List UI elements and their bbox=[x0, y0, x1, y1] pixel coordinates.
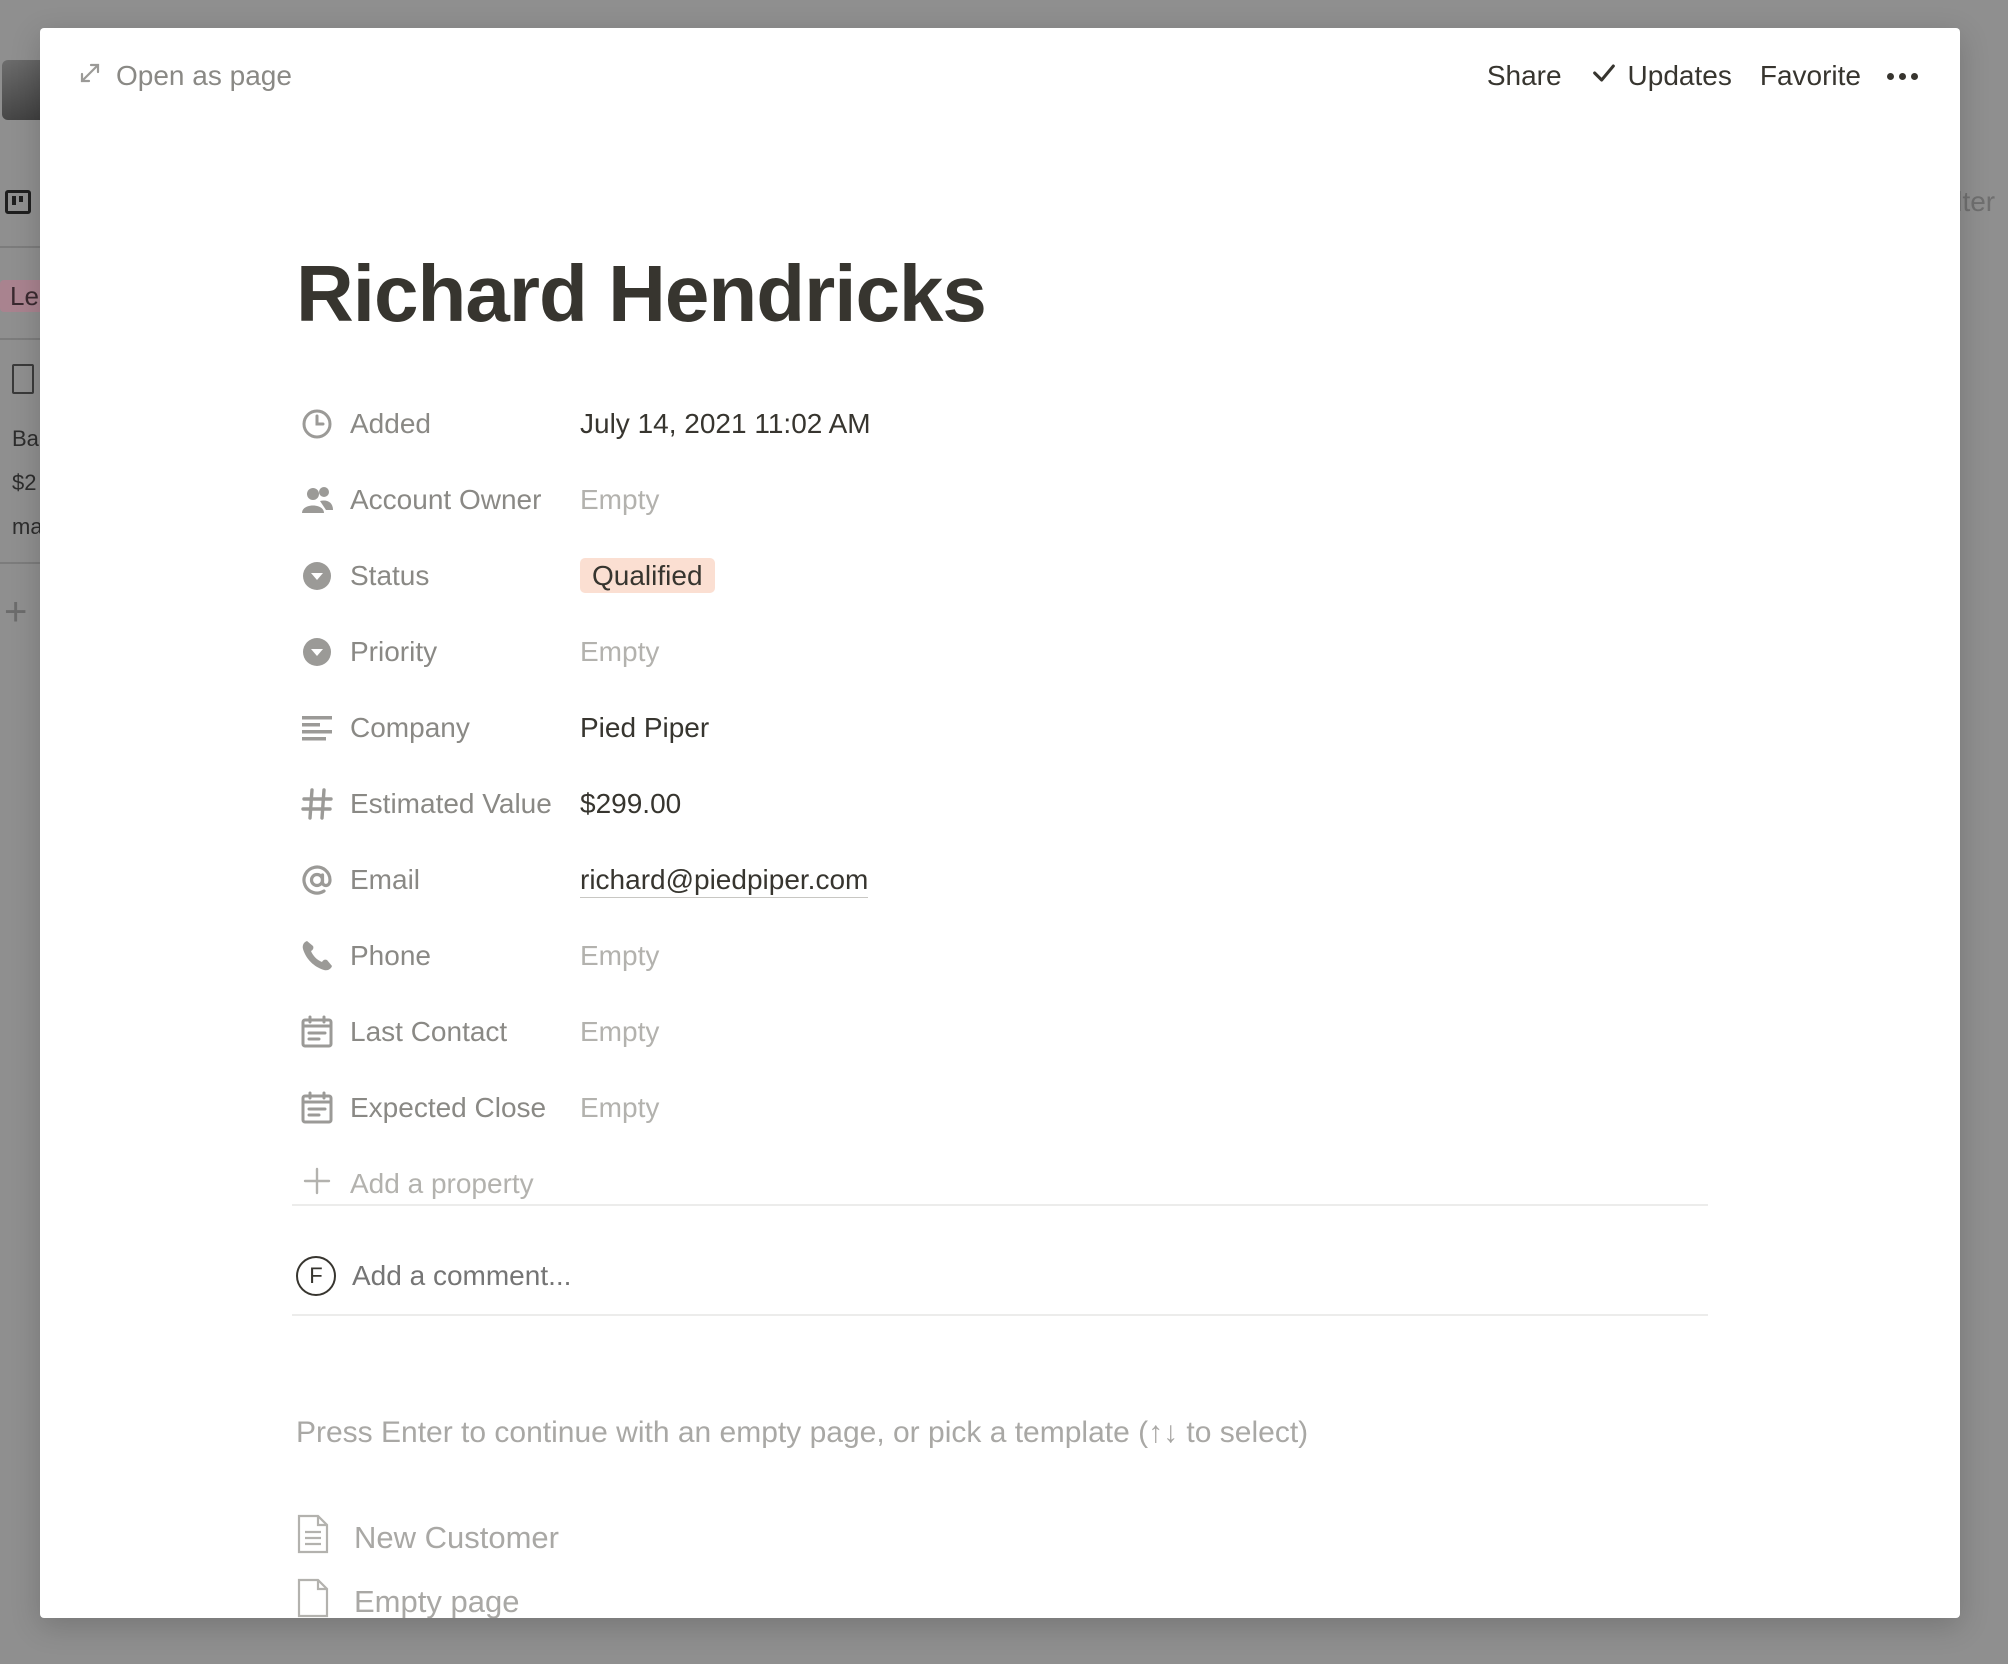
page-peek-modal: Open as page Share Updates Favorite Rich… bbox=[40, 28, 1960, 1618]
property-label[interactable]: Account Owner bbox=[296, 483, 580, 517]
property-label[interactable]: Email bbox=[296, 863, 580, 897]
property-label-text: Status bbox=[350, 560, 430, 591]
property-value-added[interactable]: July 14, 2021 11:02 AM bbox=[580, 408, 871, 440]
property-value-account-owner[interactable]: Empty bbox=[580, 484, 659, 516]
updates-button[interactable]: Updates bbox=[1576, 59, 1746, 94]
number-icon bbox=[300, 787, 334, 821]
template-empty-page[interactable]: Empty page bbox=[296, 1578, 519, 1618]
property-value-company[interactable]: Pied Piper bbox=[580, 712, 709, 744]
add-property-button[interactable]: Add a property bbox=[296, 1146, 1716, 1222]
expand-arrows-icon bbox=[78, 60, 102, 92]
property-row-account-owner: Account Owner Empty bbox=[296, 462, 1716, 538]
calendar-icon bbox=[300, 1015, 334, 1049]
updates-label: Updates bbox=[1627, 60, 1732, 91]
property-label-text: Added bbox=[350, 408, 431, 439]
plus-icon bbox=[302, 1166, 332, 1203]
comment-input[interactable] bbox=[352, 1260, 1252, 1292]
property-label[interactable]: Last Contact bbox=[296, 1015, 580, 1049]
select-icon bbox=[300, 635, 334, 669]
board-view-icon bbox=[5, 190, 31, 214]
share-button[interactable]: Share bbox=[1473, 60, 1576, 92]
open-as-page-button[interactable]: Open as page bbox=[78, 56, 292, 96]
favorite-button[interactable]: Favorite bbox=[1746, 60, 1875, 92]
modal-topbar: Open as page Share Updates Favorite bbox=[40, 28, 1960, 120]
property-label-text: Phone bbox=[350, 940, 431, 971]
property-label-text: Account Owner bbox=[350, 484, 542, 515]
cover-thumbnail bbox=[2, 60, 40, 120]
property-value-estimated-value[interactable]: $299.00 bbox=[580, 788, 681, 820]
property-list: Added July 14, 2021 11:02 AM Account Own… bbox=[296, 386, 1716, 1222]
avatar: F bbox=[296, 1256, 336, 1296]
property-value-email[interactable]: richard@piedpiper.com bbox=[580, 863, 869, 898]
property-row-expected-close: Expected Close Empty bbox=[296, 1070, 1716, 1146]
property-value-priority[interactable]: Empty bbox=[580, 636, 659, 668]
property-label-text: Expected Close bbox=[350, 1092, 547, 1123]
property-row-priority: Priority Empty bbox=[296, 614, 1716, 690]
property-row-status: Status Qualified bbox=[296, 538, 1716, 614]
phone-icon bbox=[300, 939, 334, 973]
divider bbox=[292, 1314, 1708, 1316]
property-label[interactable]: Expected Close bbox=[296, 1091, 580, 1125]
property-value-phone[interactable]: Empty bbox=[580, 940, 659, 972]
property-label[interactable]: Priority bbox=[296, 635, 580, 669]
select-icon bbox=[300, 559, 334, 593]
property-row-phone: Phone Empty bbox=[296, 918, 1716, 994]
add-property-label: Add a property bbox=[350, 1168, 534, 1199]
status-tag: Qualified bbox=[580, 558, 715, 593]
card-text: Ba bbox=[12, 426, 39, 451]
document-icon bbox=[12, 364, 34, 394]
checkmark-icon bbox=[1590, 59, 1618, 94]
template-new-customer[interactable]: New Customer bbox=[296, 1514, 559, 1562]
topbar-actions: Share Updates Favorite bbox=[1473, 54, 1930, 98]
plus-icon: + bbox=[4, 590, 28, 634]
page-title[interactable]: Richard Hendricks bbox=[296, 248, 987, 340]
property-label-text: Estimated Value bbox=[350, 788, 552, 819]
property-label-text: Last Contact bbox=[350, 1016, 508, 1047]
template-hint: Press Enter to continue with an empty pa… bbox=[296, 1416, 1309, 1449]
property-row-company: Company Pied Piper bbox=[296, 690, 1716, 766]
property-label[interactable]: Added bbox=[296, 407, 580, 441]
person-icon bbox=[300, 483, 334, 517]
more-options-icon[interactable] bbox=[1875, 54, 1930, 98]
at-icon bbox=[300, 863, 334, 897]
property-label-text: Email bbox=[350, 864, 421, 895]
open-as-page-label: Open as page bbox=[116, 60, 292, 91]
calendar-icon bbox=[300, 1091, 334, 1125]
property-row-estimated-value: Estimated Value $299.00 bbox=[296, 766, 1716, 842]
property-value-status[interactable]: Qualified bbox=[580, 558, 715, 593]
property-row-last-contact: Last Contact Empty bbox=[296, 994, 1716, 1070]
property-label[interactable]: Status bbox=[296, 559, 580, 593]
card-text: $2 bbox=[12, 470, 37, 495]
property-label[interactable]: Estimated Value bbox=[296, 787, 580, 821]
document-lines-icon bbox=[296, 1514, 330, 1562]
document-icon bbox=[296, 1578, 330, 1618]
property-row-added: Added July 14, 2021 11:02 AM bbox=[296, 386, 1716, 462]
property-label-text: Priority bbox=[350, 636, 438, 667]
template-label: Empty page bbox=[354, 1584, 520, 1618]
property-label[interactable]: Phone bbox=[296, 939, 580, 973]
property-value-expected-close[interactable]: Empty bbox=[580, 1092, 659, 1124]
template-label: New Customer bbox=[354, 1520, 559, 1555]
property-value-last-contact[interactable]: Empty bbox=[580, 1016, 659, 1048]
comment-row: F bbox=[296, 1256, 1252, 1296]
property-label[interactable]: Company bbox=[296, 711, 580, 745]
clock-icon bbox=[300, 407, 334, 441]
text-icon bbox=[300, 711, 334, 745]
property-label-text: Company bbox=[350, 712, 470, 743]
property-row-email: Email richard@piedpiper.com bbox=[296, 842, 1716, 918]
divider bbox=[292, 1204, 1708, 1206]
card-text: ma bbox=[12, 514, 43, 539]
